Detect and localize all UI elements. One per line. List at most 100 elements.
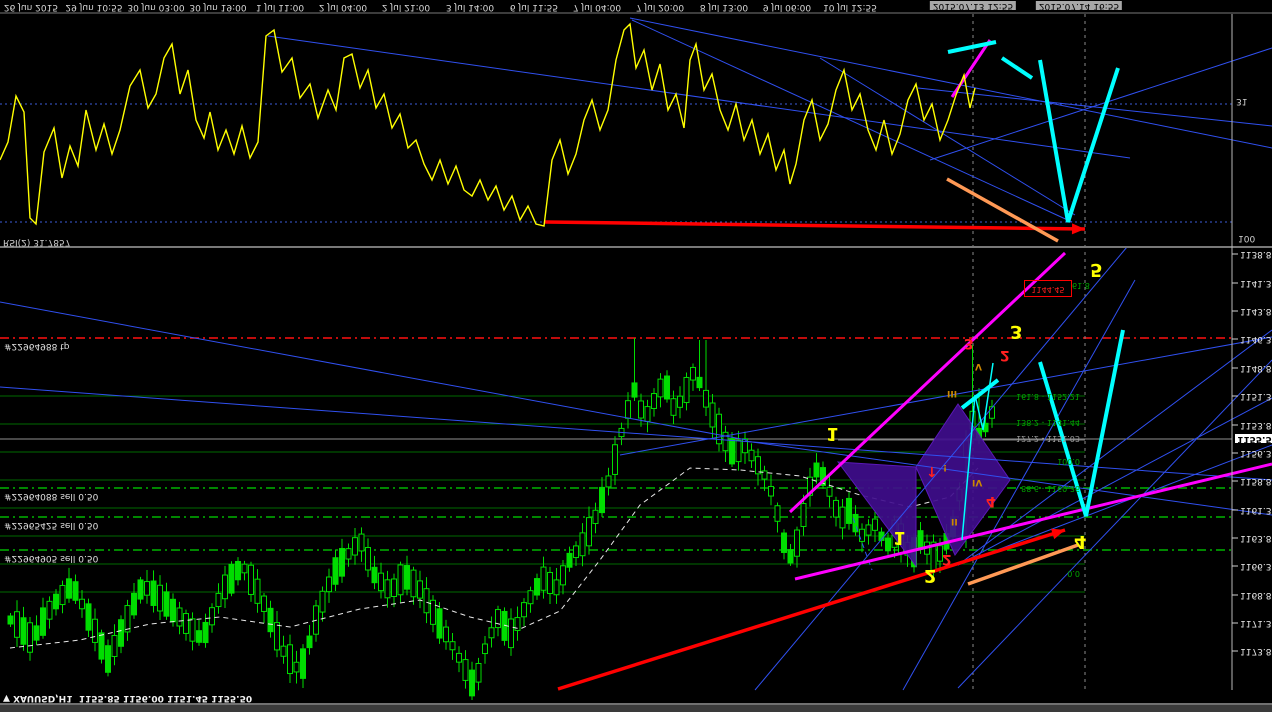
wave-count-yellow[interactable]: 4: [1074, 531, 1087, 552]
candle-body: [787, 549, 794, 564]
candle-body: [423, 588, 430, 614]
price-label: 1153.85: [1240, 420, 1272, 430]
wave-count-red[interactable]: 2: [1000, 347, 1010, 363]
candle-body: [631, 382, 638, 398]
candle-body: [657, 378, 664, 398]
candle-body: [27, 622, 33, 653]
roman-numeral-mark[interactable]: V: [975, 361, 982, 371]
wave-count-yellow[interactable]: 1: [893, 527, 906, 548]
chart-background: [0, 0, 1272, 712]
candle-body: [534, 578, 540, 596]
candle-body: [358, 533, 365, 552]
candle-body: [677, 395, 683, 408]
time-label: 10 Jul 12:55: [823, 2, 877, 12]
candle-body: [644, 406, 651, 422]
price-label: 1156.35: [1240, 448, 1272, 458]
candle-body: [833, 499, 839, 518]
time-label: 30 Jun 19:00: [189, 2, 247, 12]
candle-body: [228, 563, 235, 594]
candle-body: [729, 438, 735, 465]
price-label: 1146.35: [1240, 334, 1272, 344]
wave-count-yellow[interactable]: 3: [1010, 321, 1023, 342]
candle-body: [774, 505, 781, 522]
candle-body: [79, 598, 85, 610]
fib-label[interactable]: 127.2 - 1151.03: [970, 434, 1080, 443]
candle-body: [404, 565, 410, 590]
fib-label[interactable]: 0.0: [970, 569, 1080, 578]
tp-label[interactable]: #22964988 tp: [4, 341, 69, 351]
wave-count-yellow[interactable]: 5: [1090, 259, 1103, 280]
candle-body: [98, 632, 105, 660]
candle-body: [261, 595, 267, 612]
candle-body: [72, 581, 79, 601]
candle-body: [443, 626, 449, 643]
wave-count-red[interactable]: 3: [964, 335, 974, 351]
price-label: 1143.85: [1240, 306, 1272, 316]
roman-numeral-mark[interactable]: !: [943, 462, 947, 472]
candle-body: [794, 529, 800, 557]
vline-timestamp-box[interactable]: 2015.07.13 12:55: [929, 1, 1017, 11]
candle-body: [781, 532, 787, 553]
candle-body: [209, 607, 215, 626]
chart-window: 26 Jun 2015 29 Jun 10:55 30 Jun 03:00 30 Ju…: [0, 0, 1272, 712]
fib-label[interactable]: 161.8 - 1152.21: [970, 392, 1080, 401]
candle-body: [456, 652, 462, 663]
price-label: 1148.85: [1240, 363, 1272, 373]
candle-body: [703, 389, 709, 408]
candle-body: [735, 439, 742, 463]
candle-body: [800, 503, 807, 527]
price-target-box[interactable]: 1144.45: [1024, 280, 1072, 297]
fib-label[interactable]: 61.8: [1072, 281, 1090, 290]
candle-body: [215, 592, 222, 608]
wave-count-red[interactable]: 2: [942, 551, 952, 567]
wave-count-yellow[interactable]: 1: [826, 423, 839, 444]
candle-body: [560, 565, 566, 586]
roman-numeral-mark[interactable]: IV: [972, 477, 982, 487]
candle-body: [7, 615, 14, 625]
order-label[interactable]: #22964905 sell 0.50: [4, 553, 98, 563]
chart-canvas[interactable]: [0, 0, 1272, 712]
symbol-ohlc-readout: ▼ XAUUSD,H1 1155.85 1156.00 1151.45 1155…: [3, 693, 252, 703]
price-label: 1151.35: [1240, 391, 1272, 401]
candle-body: [430, 599, 436, 625]
candle-body: [625, 400, 631, 419]
price-label: 1166.35: [1240, 561, 1272, 571]
roman-numeral-mark[interactable]: III: [947, 388, 957, 398]
candle-body: [170, 598, 176, 623]
vline-timestamp-box[interactable]: 2015.07.14 16:55: [1035, 1, 1123, 11]
collapse-arrow-icon[interactable]: ▼: [3, 693, 10, 703]
candle-body: [599, 486, 605, 514]
candle-body: [664, 375, 670, 400]
candle-body: [521, 602, 527, 618]
time-label: 6 Jul 11:55: [509, 2, 559, 12]
wave-count-yellow[interactable]: 2: [924, 565, 937, 586]
price-label: 1158.85: [1240, 476, 1272, 486]
price-label: 1173.85: [1240, 646, 1272, 656]
order-label[interactable]: #22964088 sell 0.50: [4, 491, 98, 501]
candle-body: [670, 398, 677, 416]
wave-count-red[interactable]: 4: [986, 493, 996, 509]
time-label: 9 Jul 06:00: [762, 2, 812, 12]
candle-body: [865, 524, 872, 536]
candle-body: [196, 630, 202, 643]
candle-body: [566, 552, 573, 568]
time-label: 7 Jul 04:00: [572, 2, 622, 12]
fib-label[interactable]: 88.6 - 1160.36: [970, 484, 1080, 493]
candle-body: [813, 462, 820, 478]
candle-body: [202, 621, 209, 644]
candle-body: [319, 590, 326, 613]
candle-body: [885, 537, 891, 552]
candle-body: [176, 607, 183, 627]
order-label[interactable]: #22965425 sell 0.50: [4, 520, 98, 530]
candle-body: [20, 617, 27, 645]
price-label: 1163.85: [1240, 533, 1272, 543]
wave-count-red[interactable]: ↑: [926, 463, 938, 479]
candle-body: [846, 497, 852, 524]
roman-numeral-mark[interactable]: II: [951, 516, 958, 526]
fib-label[interactable]: 100.0: [970, 457, 1080, 466]
candle-body: [696, 376, 703, 389]
candle-body: [53, 593, 59, 610]
fib-label[interactable]: 138.2 - 1141.44: [970, 418, 1080, 427]
candle-body: [144, 581, 150, 596]
candle-body: [40, 607, 46, 636]
